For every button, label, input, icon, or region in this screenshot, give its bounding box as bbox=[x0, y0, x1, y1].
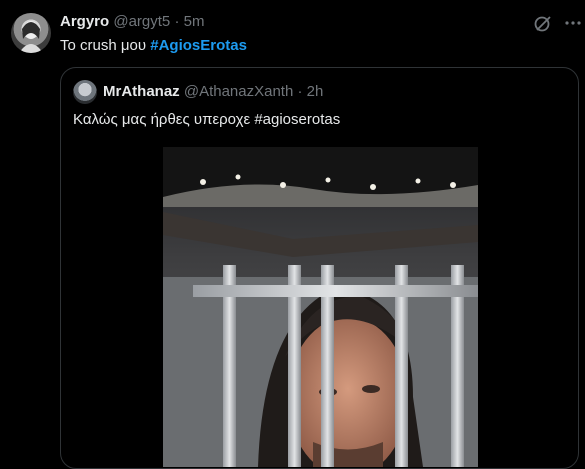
quoted-tweet-time[interactable]: 2h bbox=[307, 83, 324, 100]
tweet-time[interactable]: 5m bbox=[184, 13, 205, 30]
more-button[interactable] bbox=[563, 13, 583, 33]
quoted-separator-dot: · bbox=[297, 83, 303, 100]
more-dots-icon bbox=[565, 21, 581, 25]
grok-button[interactable] bbox=[532, 13, 554, 35]
hashtag-link[interactable]: #AgiosErotas bbox=[150, 37, 247, 54]
quoted-author-handle[interactable]: @AthanazXanth bbox=[184, 83, 293, 100]
separator-dot: · bbox=[174, 13, 180, 30]
author-avatar[interactable] bbox=[11, 13, 51, 53]
tweet-text-body: Το crush μου bbox=[60, 37, 151, 54]
author-handle[interactable]: @argyt5 bbox=[113, 13, 170, 30]
tweet-header: Argyro @argyt5 · 5m bbox=[60, 13, 204, 30]
grok-icon bbox=[534, 16, 551, 32]
author-name[interactable]: Argyro bbox=[60, 13, 109, 30]
quoted-tweet[interactable]: MrAthanaz @AthanazXanth · 2h Καλώς μας ή… bbox=[60, 67, 579, 469]
quoted-tweet-photo[interactable] bbox=[163, 147, 478, 467]
quoted-author-avatar[interactable] bbox=[73, 80, 97, 104]
quoted-author-name[interactable]: MrAthanaz bbox=[103, 83, 180, 100]
quoted-tweet-text: Καλώς μας ήρθες υπεροχε #agioserotas bbox=[73, 111, 341, 128]
tweet-text: Το crush μου #AgiosErotas bbox=[60, 37, 247, 54]
quoted-tweet-header: MrAthanaz @AthanazXanth · 2h bbox=[103, 83, 323, 100]
